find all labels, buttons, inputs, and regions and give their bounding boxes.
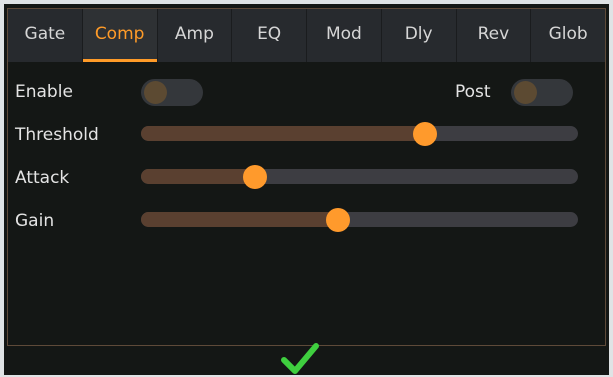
- tab-comp[interactable]: Comp: [82, 9, 158, 62]
- gain-slider-thumb[interactable]: [325, 208, 350, 232]
- gain-label: Gain: [15, 211, 55, 231]
- compressor-window: Gate Comp Amp EQ Mod Dly Rev Glob Enable…: [4, 4, 609, 375]
- threshold-label: Threshold: [15, 125, 99, 145]
- enable-toggle-knob: [144, 81, 167, 104]
- tab-gate[interactable]: Gate: [8, 9, 83, 62]
- post-toggle-knob: [514, 81, 537, 104]
- threshold-slider[interactable]: [141, 122, 578, 146]
- checkmark-icon[interactable]: [279, 340, 321, 376]
- attack-label: Attack: [15, 168, 70, 188]
- tab-glob[interactable]: Glob: [531, 9, 605, 62]
- post-label: Post: [455, 82, 491, 102]
- threshold-slider-fill: [141, 126, 426, 141]
- post-toggle[interactable]: [511, 79, 573, 106]
- enable-toggle[interactable]: [141, 79, 203, 106]
- settings-panel: Gate Comp Amp EQ Mod Dly Rev Glob Enable…: [7, 8, 606, 346]
- tab-rev[interactable]: Rev: [456, 9, 532, 62]
- tab-mod[interactable]: Mod: [307, 9, 382, 62]
- attack-slider[interactable]: [141, 165, 578, 189]
- threshold-slider-thumb[interactable]: [413, 122, 438, 146]
- tab-amp[interactable]: Amp: [157, 9, 233, 62]
- tab-dly[interactable]: Dly: [381, 9, 457, 62]
- gain-slider[interactable]: [141, 208, 578, 232]
- attack-slider-fill: [141, 169, 255, 184]
- tab-eq[interactable]: EQ: [232, 9, 307, 62]
- enable-label: Enable: [15, 82, 73, 102]
- attack-slider-thumb[interactable]: [242, 165, 267, 189]
- tab-bar: Gate Comp Amp EQ Mod Dly Rev Glob: [8, 9, 605, 62]
- gain-slider-fill: [141, 212, 338, 227]
